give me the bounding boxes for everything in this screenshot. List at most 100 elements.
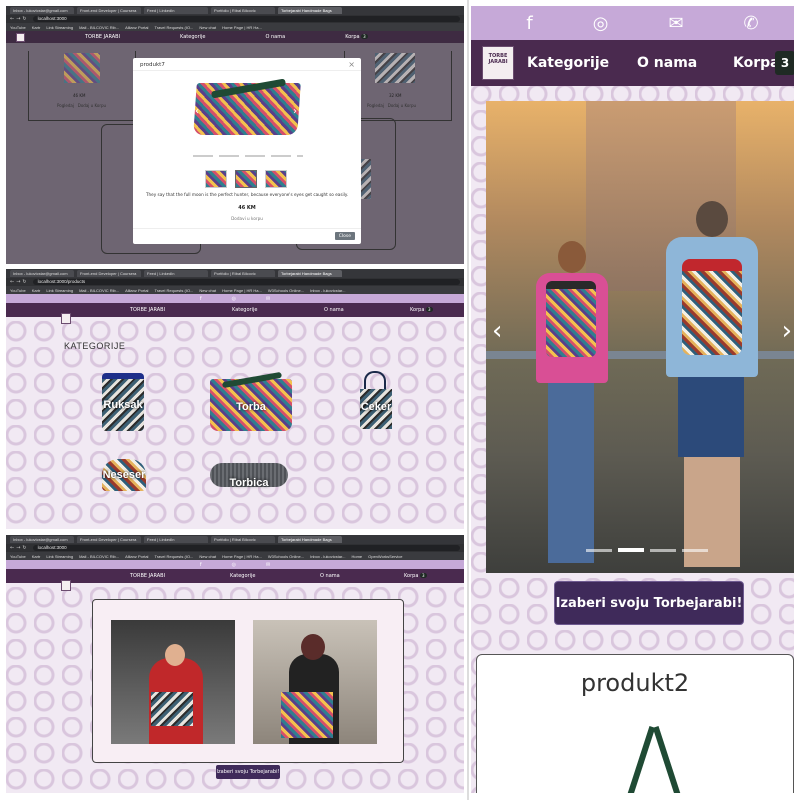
email-icon[interactable]: ✉ — [266, 562, 270, 568]
site-logo[interactable]: TORBE JARABI — [482, 46, 514, 80]
browser-tab[interactable]: Feed | LinkedIn — [144, 270, 208, 277]
browser-tab[interactable]: Front-end Developer | Coursera — [77, 536, 141, 543]
bookmark[interactable]: Travel Requests (IO... — [154, 288, 193, 293]
bookmark[interactable]: Mail - BILCOVIC Rib... — [79, 25, 119, 30]
hero-cta-button[interactable]: Izaberi svoju Torbejarabi! — [554, 581, 744, 625]
bookmark[interactable]: Travel Requests (IO... — [154, 25, 193, 30]
url-field[interactable]: localhost:3000 — [32, 545, 460, 551]
instagram-icon[interactable]: ◎ — [593, 13, 609, 34]
site-logo[interactable] — [16, 32, 25, 42]
bookmark[interactable]: New chat — [199, 288, 216, 293]
bookmark[interactable]: Mail - BILCOVIC Rib... — [79, 554, 119, 559]
browser-tab[interactable]: Front-end Developer | Coursera — [77, 7, 141, 14]
category-card-torba[interactable]: Torba — [208, 369, 294, 435]
browser-tab-active[interactable]: Torbejarabi Handmade Bags — [278, 7, 342, 14]
bookmark[interactable]: YouTube — [10, 554, 26, 559]
bookmark[interactable]: Allianz Portal — [125, 25, 148, 30]
hero-cta-button[interactable]: Izaberi svoju Torbejarabi! — [216, 765, 280, 779]
nav-about[interactable]: O nama — [324, 307, 344, 313]
bookmark[interactable]: W3Schools Online... — [268, 288, 304, 293]
bookmark[interactable]: Link Streaming — [46, 288, 73, 293]
product-card[interactable]: produkt2 — [476, 654, 794, 793]
carousel-indicators[interactable] — [193, 155, 303, 157]
bg-product-links[interactable]: Pogledaj Dodaj u Korpu — [57, 103, 106, 108]
close-button[interactable]: Close — [334, 232, 355, 240]
add-to-cart-link[interactable]: Dodavi u korpu — [133, 216, 361, 221]
bg-product-links[interactable]: Pogledaj Dodaj u Korpu — [367, 103, 416, 108]
instagram-icon[interactable]: ◎ — [232, 296, 236, 302]
modal-close-icon[interactable]: × — [348, 60, 355, 69]
email-icon[interactable]: ✉ — [668, 13, 683, 34]
bookmark[interactable]: Mail - BILCOVIC Rib... — [79, 288, 119, 293]
nav-about[interactable]: O nama — [637, 55, 697, 71]
carousel-next-icon[interactable]: › — [782, 316, 792, 346]
bookmark[interactable]: Home Page | HR Ha... — [222, 554, 262, 559]
category-card-ruksak[interactable]: Ruksak — [98, 369, 148, 435]
url-field[interactable]: localhost:3000/products — [32, 279, 460, 285]
carousel-prev-icon[interactable]: ‹ — [492, 316, 502, 346]
modal-thumbnail[interactable] — [205, 170, 227, 188]
bookmark[interactable]: Kartr — [32, 554, 41, 559]
browser-nav-icons[interactable]: ←→↻ — [10, 279, 29, 285]
browser-tab[interactable]: Feed | LinkedIn — [144, 7, 208, 14]
modal-thumbnail[interactable] — [235, 170, 257, 188]
facebook-icon[interactable]: f — [200, 562, 202, 568]
url-field[interactable]: localhost:3000 — [32, 16, 460, 22]
bookmark[interactable]: New chat — [199, 554, 216, 559]
category-card-ceker[interactable]: Ceker — [354, 369, 398, 435]
category-card-neseser[interactable]: Neseser — [98, 455, 150, 495]
bookmark[interactable]: Kartr — [32, 288, 41, 293]
bookmark[interactable]: Home Page | HR Ha... — [222, 25, 262, 30]
carousel-indicator-active[interactable] — [618, 548, 644, 552]
phone-icon[interactable]: ✆ — [744, 13, 759, 34]
browser-tab[interactable]: Portfolio | Ribal Bilcovic — [211, 270, 275, 277]
nav-about[interactable]: O nama — [265, 34, 285, 40]
bookmark[interactable]: Link Streaming — [46, 554, 73, 559]
nav-brand[interactable]: TORBE JARABI — [85, 34, 120, 40]
nav-categories[interactable]: Kategorije — [527, 55, 609, 71]
bookmark[interactable]: YouTube — [10, 25, 26, 30]
nav-categories[interactable]: Kategorije — [180, 34, 205, 40]
browser-tab[interactable]: Inbox - lukovicstar@gmail.com — [10, 536, 74, 543]
bookmark[interactable]: Allianz Portal — [125, 288, 148, 293]
nav-brand[interactable]: TORBE JARABI — [130, 307, 165, 313]
instagram-icon[interactable]: ◎ — [232, 562, 236, 568]
nav-categories[interactable]: Kategorije — [232, 307, 257, 313]
nav-cart[interactable]: Korpa 3 — [410, 307, 433, 313]
bookmark[interactable]: New chat — [199, 25, 216, 30]
facebook-icon[interactable]: f — [526, 13, 532, 34]
browser-tab[interactable]: Inbox - lukovicstar@gmail.com — [10, 270, 74, 277]
nav-cart[interactable]: Korpa 3 — [345, 34, 368, 40]
browser-tab[interactable]: Front-end Developer | Coursera — [77, 270, 141, 277]
bookmark[interactable]: Allianz Portal — [125, 554, 148, 559]
nav-categories[interactable]: Kategorije — [230, 573, 255, 579]
carousel-indicators[interactable] — [586, 549, 710, 552]
bookmark[interactable]: Home Page | HR Ha... — [222, 288, 262, 293]
bookmark[interactable]: YouTube — [10, 288, 26, 293]
site-logo[interactable] — [61, 313, 71, 324]
browser-tab[interactable]: Portfolio | Ribal Bilcovic — [211, 7, 275, 14]
nav-cart[interactable]: Korpa — [733, 55, 780, 71]
site-logo[interactable] — [61, 580, 71, 591]
carousel-next-icon[interactable]: › — [293, 106, 297, 117]
bookmark[interactable]: Travel Requests (IO... — [154, 554, 193, 559]
bookmark[interactable]: Inbox - lukovicstar... — [310, 288, 345, 293]
browser-tab[interactable]: Portfolio | Ribal Bilcovic — [211, 536, 275, 543]
email-icon[interactable]: ✉ — [266, 296, 270, 302]
bookmark[interactable]: Home — [351, 554, 362, 559]
browser-nav-icons[interactable]: ←→↻ — [10, 16, 29, 22]
browser-tab-active[interactable]: Torbejarabi Handmade Bags — [278, 536, 342, 543]
bookmark[interactable]: Inbox - lukovicstar... — [310, 554, 345, 559]
nav-cart[interactable]: Korpa 3 — [404, 573, 427, 579]
modal-thumbnail[interactable] — [265, 170, 287, 188]
browser-tab-active[interactable]: Torbejarabi Handmade Bags — [278, 270, 342, 277]
nav-about[interactable]: O nama — [320, 573, 340, 579]
bookmark[interactable]: OpenWorksService — [368, 554, 402, 559]
bookmark[interactable]: Link Streaming — [46, 25, 73, 30]
carousel-prev-icon[interactable]: ‹ — [195, 106, 199, 117]
bookmark[interactable]: Kartr — [32, 25, 41, 30]
browser-tab[interactable]: Feed | LinkedIn — [144, 536, 208, 543]
nav-brand[interactable]: TORBE JARABI — [130, 573, 165, 579]
browser-nav-icons[interactable]: ←→↻ — [10, 545, 29, 551]
facebook-icon[interactable]: f — [200, 296, 202, 302]
